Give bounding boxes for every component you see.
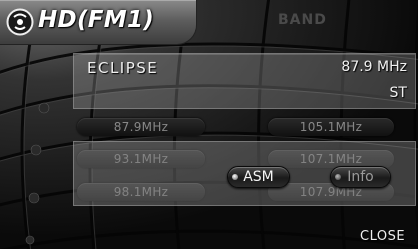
asm-button[interactable]: ASM (227, 166, 290, 188)
preset-button-1[interactable]: 87.9MHz (77, 118, 205, 136)
indicator-dot-icon (335, 174, 341, 180)
indicator-dot-icon (232, 174, 238, 180)
title-bar: HD(FM1) (0, 0, 197, 45)
info-button-label: Info (347, 169, 374, 185)
page-title: HD(FM1) (38, 7, 155, 33)
info-button[interactable]: Info (330, 166, 391, 188)
radio-screen: HD(FM1) BAND ECLIPSE 87.9 MHz ST 87.9MHz… (0, 0, 418, 249)
band-button[interactable]: BAND (278, 12, 327, 28)
station-info-panel: ECLIPSE 87.9 MHz ST (73, 53, 416, 109)
satellite-radio-icon (6, 8, 34, 36)
asm-button-label: ASM (243, 169, 274, 185)
frequency-readout: 87.9 MHz (341, 59, 407, 75)
station-name: ECLIPSE (87, 59, 159, 77)
stereo-indicator: ST (389, 85, 407, 101)
close-button[interactable]: CLOSE (360, 229, 405, 244)
preset-button-2[interactable]: 105.1MHz (268, 118, 394, 136)
